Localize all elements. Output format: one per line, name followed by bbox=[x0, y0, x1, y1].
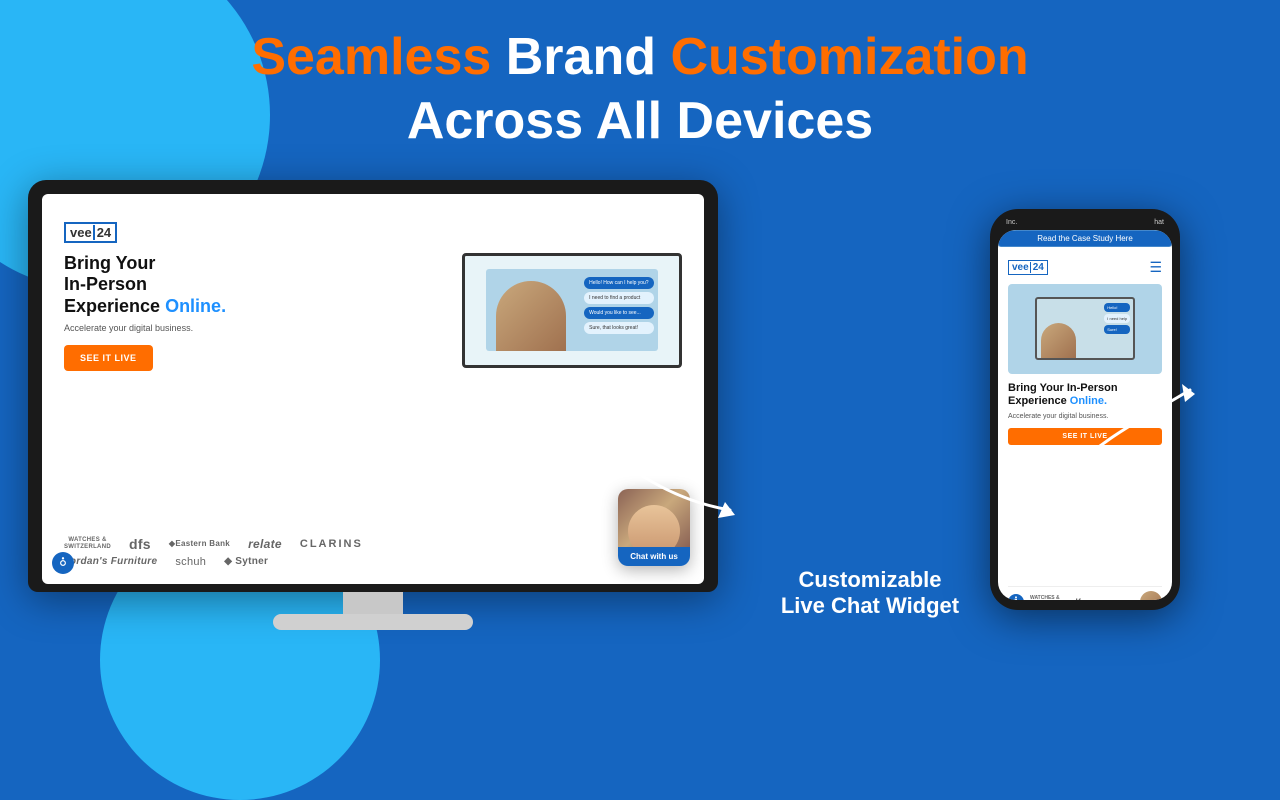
brand-clarins: CLARINS bbox=[300, 538, 363, 550]
chat-bubble-1: Hello! How can I help you? bbox=[584, 277, 653, 289]
headline-customization: Customization bbox=[670, 28, 1028, 86]
chat-bubbles: Hello! How can I help you? I need to fin… bbox=[584, 277, 653, 334]
heading-line2: In-Person bbox=[64, 274, 147, 294]
desktop-hero-image: Hello! How can I help you? I need to fin… bbox=[274, 253, 682, 373]
phone-info-icon[interactable]: ℹ bbox=[1008, 594, 1024, 600]
brand-jordans: Jordan's Furniture bbox=[64, 556, 157, 567]
phone-logo-vee: vee bbox=[1012, 262, 1029, 273]
phone-hero-image: Hello! I need help Sure! bbox=[1008, 284, 1162, 374]
phone-icons: hat bbox=[1154, 219, 1164, 226]
phone-video-person bbox=[1041, 323, 1076, 358]
phone-nav: vee24 ☰ bbox=[1008, 259, 1162, 276]
headline-line1: Seamless Brand Customization bbox=[251, 28, 1028, 88]
arrow-desktop-to-label bbox=[570, 410, 770, 530]
desktop-hero-text: Bring Your In-Person Experience Online. … bbox=[64, 253, 264, 372]
phone-brands: ℹ WATCHES &SWITZERLAND dfs bbox=[1008, 586, 1162, 600]
chat-bubble-4: Sure, that looks great! bbox=[584, 322, 653, 334]
inner-screen: Hello! How can I help you? I need to fin… bbox=[486, 269, 657, 351]
brand-watches: WATCHES &SWITZERLAND bbox=[64, 537, 111, 550]
desktop-logo: vee24 bbox=[64, 222, 117, 243]
brands-row-2: Jordan's Furniture schuh ◆ Sytner bbox=[64, 556, 682, 568]
logo-vee: vee bbox=[70, 225, 92, 240]
phone-hamburger-icon[interactable]: ☰ bbox=[1149, 259, 1162, 276]
phone-bubble-2: I need help bbox=[1104, 314, 1130, 323]
phone-chat-bubbles: Hello! I need help Sure! bbox=[1104, 303, 1130, 334]
brand-schuh: schuh bbox=[175, 556, 206, 568]
monitor-stand bbox=[28, 592, 718, 630]
phone-bubble-1: Hello! bbox=[1104, 303, 1130, 312]
logo-24: 24 bbox=[93, 225, 111, 240]
monitor-outer: vee24 Bring Your In-Person Experience On… bbox=[28, 180, 718, 592]
chat-bubble-2: I need to find a product bbox=[584, 292, 653, 304]
video-person bbox=[496, 281, 566, 351]
heading-line3: Experience bbox=[64, 296, 165, 316]
desktop-monitor: vee24 Bring Your In-Person Experience On… bbox=[28, 180, 718, 630]
phone-notch-bar: Inc. hat bbox=[998, 219, 1172, 226]
headline-seamless: Seamless bbox=[251, 28, 505, 86]
monitor-base bbox=[273, 614, 473, 630]
desktop-nav: vee24 bbox=[64, 222, 682, 243]
chat-widget-label: Chat with us bbox=[618, 547, 690, 566]
headline-line2: Across All Devices bbox=[251, 92, 1028, 152]
headline-brand: Brand bbox=[506, 28, 671, 86]
case-study-bar[interactable]: Read the Case Study Here bbox=[998, 230, 1172, 247]
phone-logo: vee24 bbox=[1008, 260, 1048, 275]
phone-brand-dfs: dfs bbox=[1072, 597, 1086, 600]
phone-logo-24: 24 bbox=[1030, 262, 1044, 273]
label-line1: Customizable bbox=[798, 567, 941, 592]
desktop-hero-heading: Bring Your In-Person Experience Online. bbox=[64, 253, 264, 318]
header: Seamless Brand Customization Across All … bbox=[251, 28, 1028, 152]
phone-bubble-3: Sure! bbox=[1104, 325, 1130, 334]
heading-line1: Bring Your bbox=[64, 253, 155, 273]
customizable-label: Customizable Live Chat Widget bbox=[770, 567, 970, 620]
accessibility-icon[interactable] bbox=[52, 552, 74, 574]
chat-bubble-3: Would you like to see... bbox=[584, 307, 653, 319]
desktop-hero-subtext: Accelerate your digital business. bbox=[64, 323, 264, 333]
devices-area: vee24 Bring Your In-Person Experience On… bbox=[0, 170, 1280, 660]
phone-brand-watches: WATCHES &SWITZERLAND bbox=[1030, 596, 1066, 600]
heading-highlight: Online. bbox=[165, 296, 226, 316]
monitor-neck bbox=[343, 592, 403, 614]
arrow-label-to-phone bbox=[1040, 370, 1220, 500]
phone-inner-monitor: Hello! I need help Sure! bbox=[1035, 297, 1135, 360]
phone-avatar bbox=[1140, 591, 1162, 600]
page-wrapper: Seamless Brand Customization Across All … bbox=[0, 0, 1280, 720]
label-line2: Live Chat Widget bbox=[781, 593, 959, 618]
desktop-see-it-live-button[interactable]: SEE IT LIVE bbox=[64, 345, 153, 371]
brand-dfs: dfs bbox=[129, 536, 151, 552]
brand-relate: relate bbox=[248, 537, 282, 551]
phone-time: Inc. bbox=[1006, 219, 1017, 226]
brand-eastern: ◆Eastern Bank bbox=[169, 539, 230, 548]
brand-sytner: ◆ Sytner bbox=[224, 556, 268, 567]
desktop-hero: Bring Your In-Person Experience Online. … bbox=[64, 253, 682, 373]
inner-monitor: Hello! How can I help you? I need to fin… bbox=[462, 253, 682, 368]
